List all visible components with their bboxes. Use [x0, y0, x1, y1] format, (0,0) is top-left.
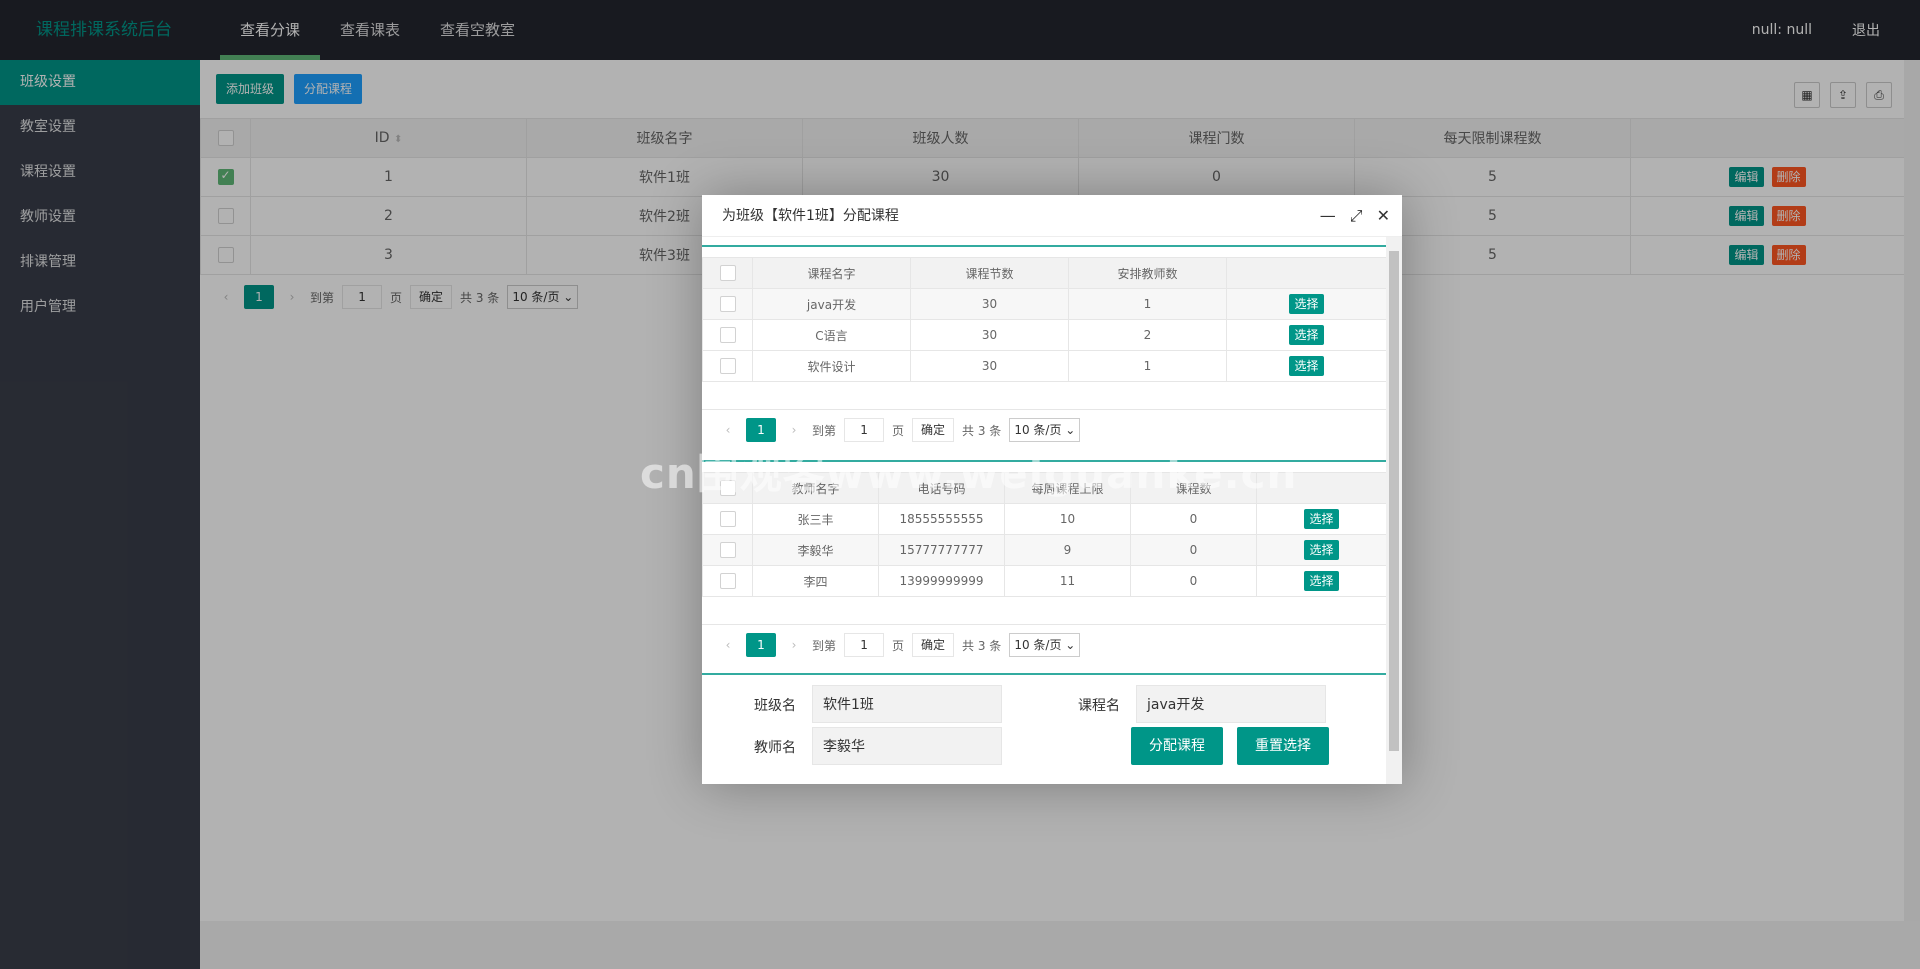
table-row: 软件设计 30 1 选择 — [702, 350, 1386, 382]
course-header-row: 课程名字 课程节数 安排教师数 — [702, 257, 1386, 289]
page-input[interactable]: 1 — [844, 633, 885, 657]
next-page-icon[interactable]: › — [784, 423, 804, 437]
modal-controls: — ⤢ ✕ — [1320, 195, 1390, 237]
current-page[interactable]: 1 — [746, 633, 776, 657]
cell-course-count: 0 — [1130, 503, 1257, 535]
row-checkbox[interactable] — [719, 573, 736, 589]
cell-teacher-name: 张三丰 — [752, 503, 879, 535]
select-course-button[interactable]: 选择 — [1289, 325, 1324, 345]
page-unit-label: 页 — [892, 638, 905, 653]
modal-title: 为班级【软件1班】分配课程 — [722, 208, 899, 224]
goto-confirm-button[interactable]: 确定 — [912, 633, 955, 657]
assign-course-submit-button[interactable]: 分配课程 — [1131, 727, 1223, 765]
cell-course-count: 0 — [1130, 565, 1257, 597]
close-icon[interactable]: ✕ — [1377, 195, 1390, 237]
cell-course-hours: 30 — [910, 319, 1069, 351]
cell-phone: 13999999999 — [878, 565, 1005, 597]
cell-course-name: 软件设计 — [752, 350, 911, 382]
cell-course-name: java开发 — [752, 288, 911, 320]
section-divider — [702, 245, 1386, 247]
cell-phone: 15777777777 — [878, 534, 1005, 566]
cell-course-hours: 30 — [910, 350, 1069, 382]
col-header-course-name: 课程名字 — [752, 257, 911, 289]
table-row: 李毅华 15777777777 9 0 选择 — [702, 534, 1386, 566]
modal-title-bar[interactable]: 为班级【软件1班】分配课程 — ⤢ ✕ — [702, 195, 1402, 237]
per-page-select[interactable]: 10 条/页 ⌄ — [1009, 418, 1081, 442]
reset-selection-button[interactable]: 重置选择 — [1237, 727, 1329, 765]
goto-confirm-button[interactable]: 确定 — [912, 418, 955, 442]
select-teacher-button[interactable]: 选择 — [1304, 509, 1339, 529]
cell-weekly-limit: 11 — [1004, 565, 1131, 597]
select-teacher-button[interactable]: 选择 — [1304, 571, 1339, 591]
per-page-select[interactable]: 10 条/页 ⌄ — [1009, 633, 1081, 657]
table-row: C语言 30 2 选择 — [702, 319, 1386, 351]
table-row: 李四 13999999999 11 0 选择 — [702, 565, 1386, 597]
minimize-icon[interactable]: — — [1320, 195, 1336, 237]
cell-weekly-limit: 9 — [1004, 534, 1131, 566]
modal-scrollbar[interactable] — [1386, 237, 1402, 784]
cell-phone: 18555555555 — [878, 503, 1005, 535]
course-table: 课程名字 课程节数 安排教师数 java开发 30 1 选择 C语言 30 2 … — [702, 257, 1386, 382]
teacher-name-label: 教师名 — [754, 740, 796, 756]
table-row: 张三丰 18555555555 10 0 选择 — [702, 503, 1386, 535]
modal-scrollbar-thumb[interactable] — [1389, 251, 1399, 751]
teacher-name-field[interactable]: 李毅华 — [812, 727, 1002, 765]
page-input[interactable]: 1 — [844, 418, 885, 442]
cell-teacher-count: 1 — [1068, 288, 1227, 320]
course-select-all-checkbox[interactable] — [719, 265, 736, 281]
cell-course-name: C语言 — [752, 319, 911, 351]
col-header-teacher-count: 安排教师数 — [1068, 257, 1227, 289]
page-unit-label: 页 — [892, 423, 905, 438]
prev-page-icon[interactable]: ‹ — [718, 423, 738, 437]
goto-label: 到第 — [812, 423, 837, 438]
assign-form: 班级名 软件1班 课程名 java开发 教师名 李毅华 分配课程 重置选择 — [702, 675, 1386, 784]
cell-teacher-name: 李毅华 — [752, 534, 879, 566]
teacher-table-spacer — [702, 597, 1386, 625]
goto-label: 到第 — [812, 638, 837, 653]
cell-teacher-count: 2 — [1068, 319, 1227, 351]
class-name-field[interactable]: 软件1班 — [812, 685, 1002, 723]
cell-teacher-count: 1 — [1068, 350, 1227, 382]
row-checkbox[interactable] — [719, 327, 736, 343]
course-name-field[interactable]: java开发 — [1136, 685, 1326, 723]
total-count: 共 3 条 — [962, 638, 1002, 653]
current-page[interactable]: 1 — [746, 418, 776, 442]
watermark-text: cn围观客www.weiguanke.cn — [640, 449, 1298, 498]
select-course-button[interactable]: 选择 — [1289, 356, 1324, 376]
row-checkbox[interactable] — [719, 542, 736, 558]
table-row: java开发 30 1 选择 — [702, 288, 1386, 320]
course-name-label: 课程名 — [1078, 698, 1120, 714]
row-checkbox[interactable] — [719, 511, 736, 527]
select-course-button[interactable]: 选择 — [1289, 294, 1324, 314]
row-checkbox[interactable] — [719, 296, 736, 312]
prev-page-icon[interactable]: ‹ — [718, 638, 738, 652]
teacher-table-pager: ‹ 1 › 到第 1 页 确定 共 3 条 10 条/页 ⌄ — [702, 625, 1386, 665]
cell-teacher-name: 李四 — [752, 565, 879, 597]
class-name-label: 班级名 — [754, 698, 796, 714]
total-count: 共 3 条 — [962, 423, 1002, 438]
cell-weekly-limit: 10 — [1004, 503, 1131, 535]
next-page-icon[interactable]: › — [784, 638, 804, 652]
maximize-icon[interactable]: ⤢ — [1350, 195, 1363, 237]
col-header-course-hours: 课程节数 — [910, 257, 1069, 289]
cell-course-count: 0 — [1130, 534, 1257, 566]
cell-course-hours: 30 — [910, 288, 1069, 320]
row-checkbox[interactable] — [719, 358, 736, 374]
course-table-spacer — [702, 382, 1386, 410]
modal-body: 课程名字 课程节数 安排教师数 java开发 30 1 选择 C语言 30 2 … — [702, 237, 1386, 784]
select-teacher-button[interactable]: 选择 — [1304, 540, 1339, 560]
